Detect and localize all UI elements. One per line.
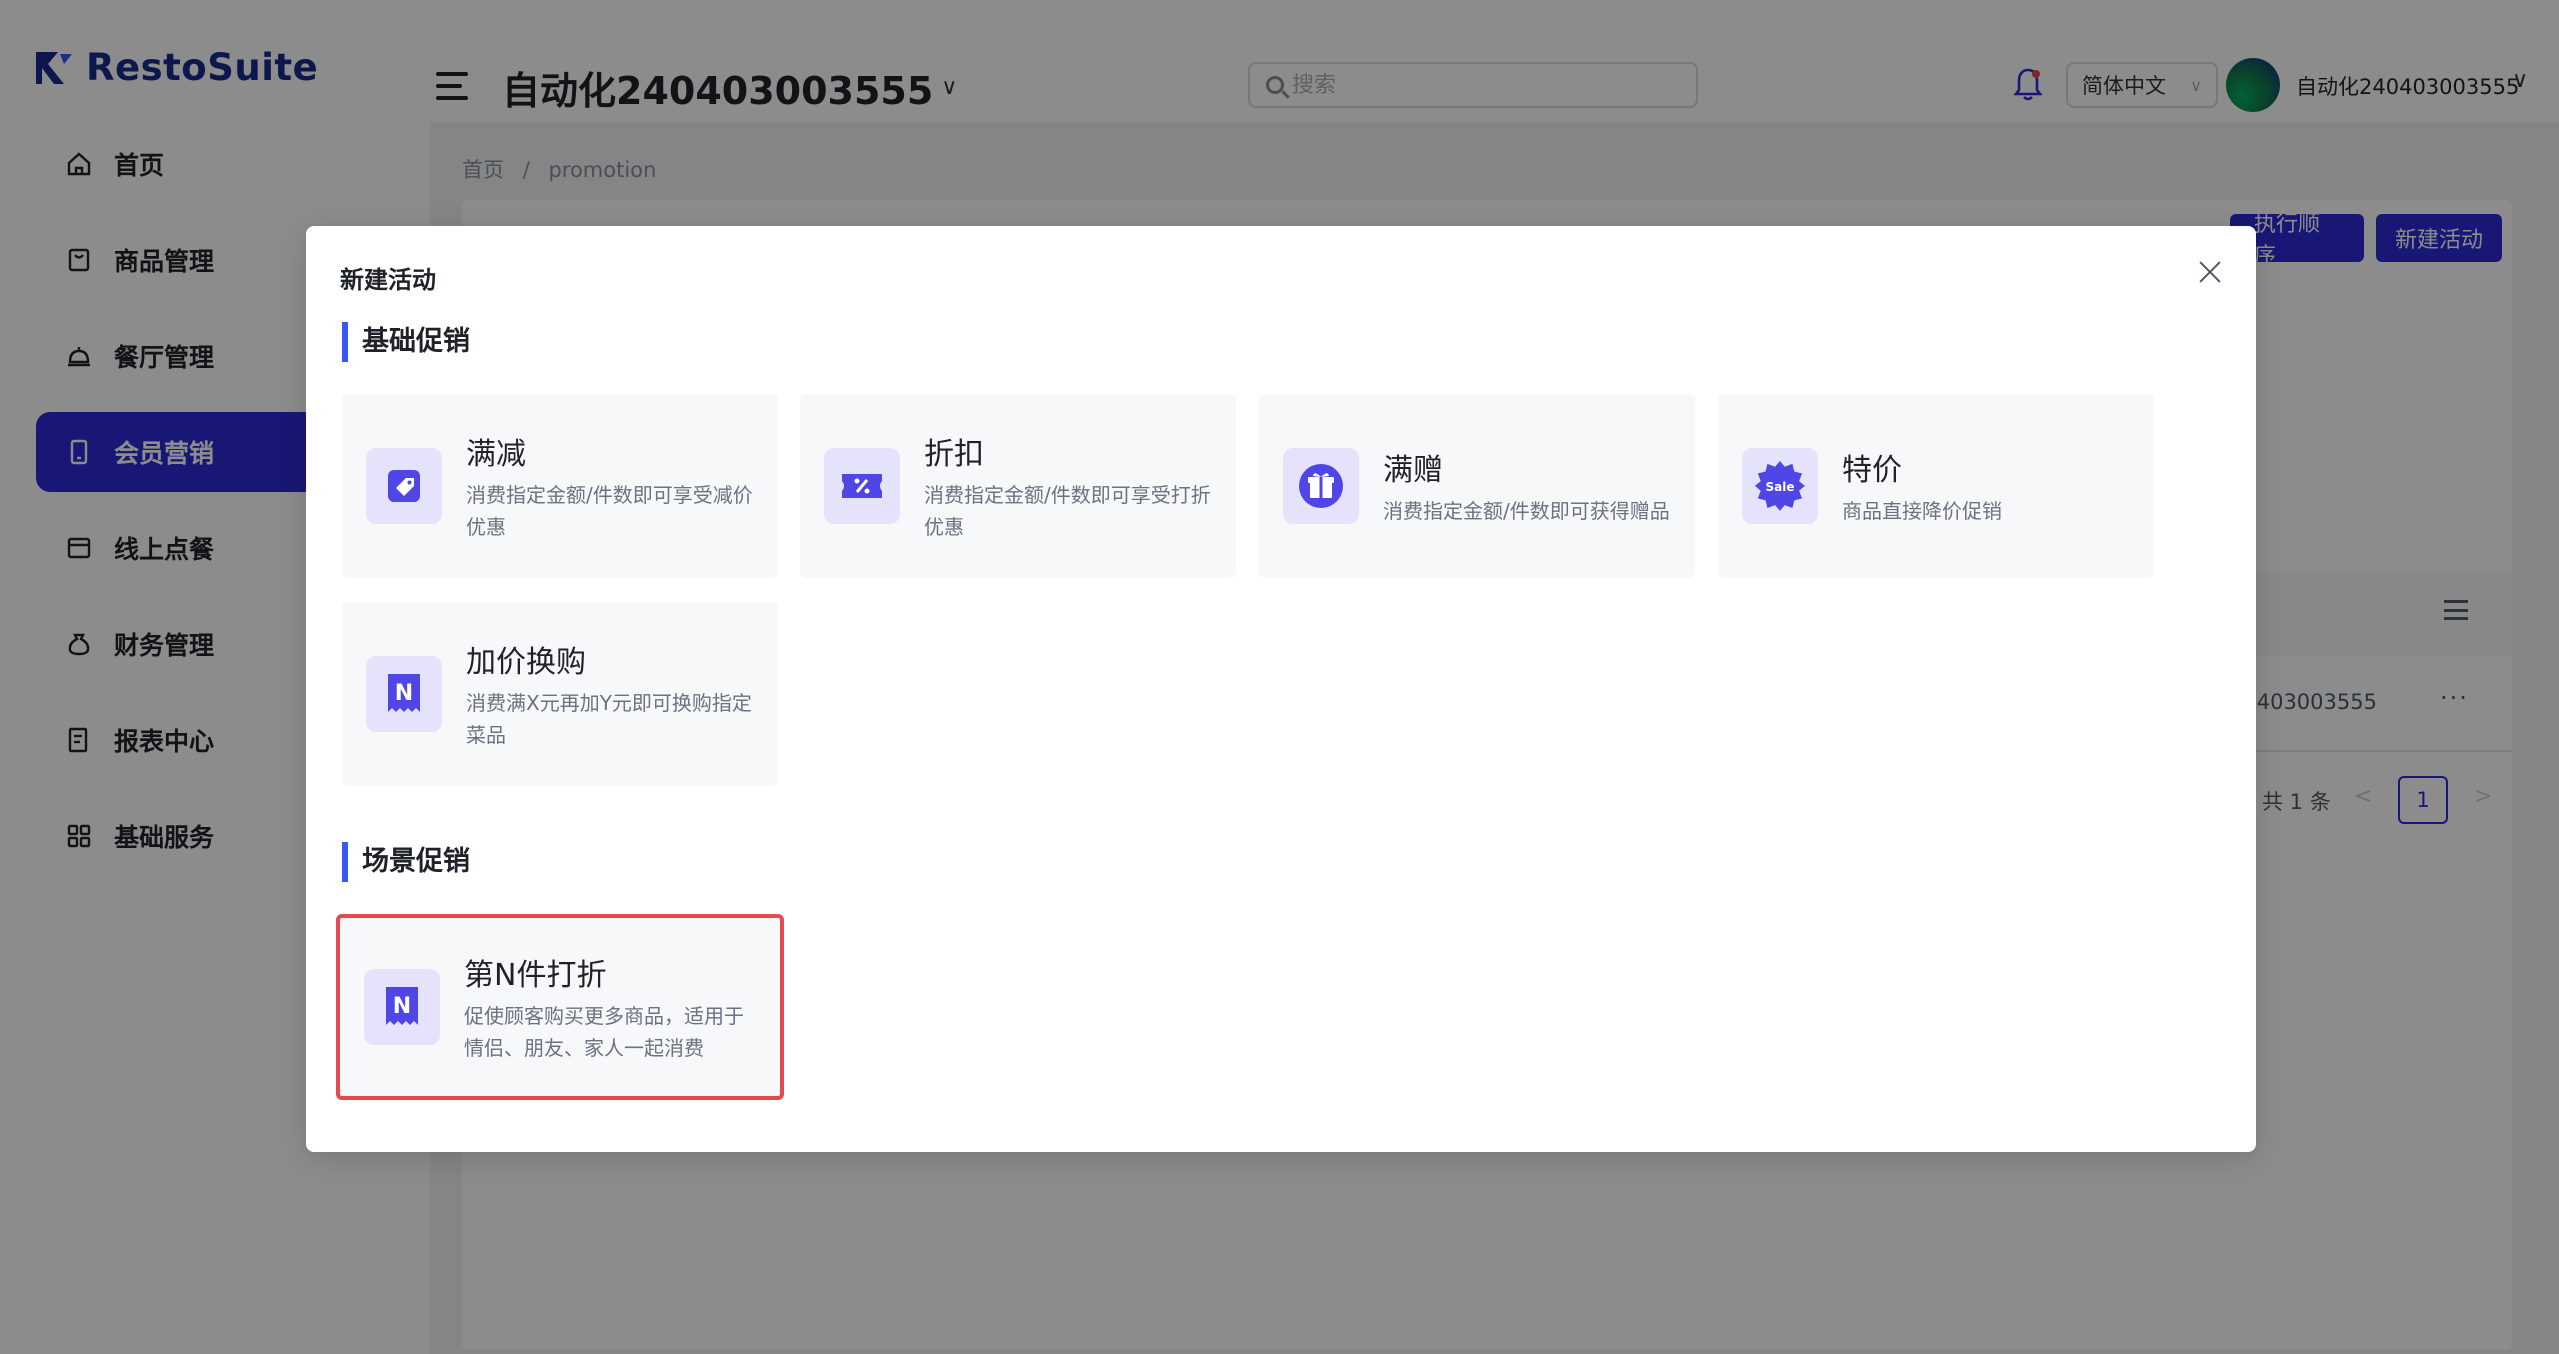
promo-desc: 促使顾客购买更多商品，适用于情侣、朋友、家人一起消费: [464, 1004, 744, 1060]
promo-desc: 消费满X元再加Y元即可换购指定菜品: [466, 691, 752, 747]
promo-desc: 商品直接降价促销: [1842, 499, 2002, 523]
section-scene-promotion: 场景促销: [342, 842, 470, 882]
promo-name: 满减: [466, 437, 526, 472]
n-badge-text: N: [395, 681, 413, 706]
promo-card-add-on-purchase[interactable]: N 加价换购 消费满X元再加Y元即可换购指定菜品: [342, 602, 778, 786]
promo-desc: 消费指定金额/件数即可享受减价优惠: [466, 483, 753, 539]
promo-card-full-reduction[interactable]: 满减 消费指定金额/件数即可享受减价优惠: [342, 394, 778, 578]
promo-card-special-price[interactable]: Sale 特价 商品直接降价促销: [1718, 394, 2154, 578]
promo-card-discount[interactable]: 折扣 消费指定金额/件数即可享受打折优惠: [800, 394, 1236, 578]
sale-badge-text: Sale: [1766, 480, 1795, 494]
tag-icon: [366, 448, 442, 524]
n-ticket-icon: N: [364, 969, 440, 1045]
n-badge-text: N: [393, 994, 411, 1019]
close-icon[interactable]: [2194, 256, 2226, 288]
promo-name: 加价换购: [466, 645, 586, 680]
promo-desc: 消费指定金额/件数即可享受打折优惠: [924, 483, 1211, 539]
n-ticket-icon: N: [366, 656, 442, 732]
modal-title: 新建活动: [340, 266, 436, 294]
section-basic-promotion: 基础促销: [342, 322, 470, 362]
promo-card-gift[interactable]: 满赠 消费指定金额/件数即可获得赠品: [1259, 394, 1695, 578]
sale-badge-icon: Sale: [1742, 448, 1818, 524]
promo-card-nth-item-discount[interactable]: N 第N件打折 促使顾客购买更多商品，适用于情侣、朋友、家人一起消费: [336, 914, 784, 1100]
promo-name: 折扣: [924, 437, 984, 472]
gift-icon: [1283, 448, 1359, 524]
new-activity-modal: 新建活动 基础促销 满减 消费指定金额/件数即可享受减价优惠 折扣 消费指定金额…: [306, 226, 2256, 1152]
promo-desc: 消费指定金额/件数即可获得赠品: [1383, 499, 1670, 523]
promo-name: 特价: [1842, 453, 1902, 488]
promo-name: 满赠: [1383, 453, 1443, 488]
discount-ticket-icon: [824, 448, 900, 524]
promo-name: 第N件打折: [464, 958, 607, 993]
